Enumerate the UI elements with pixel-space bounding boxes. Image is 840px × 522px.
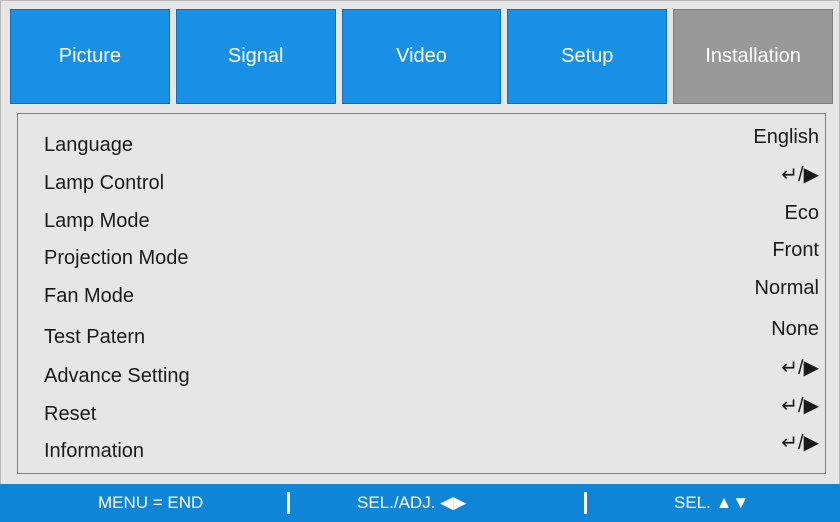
- key-guide-bar: MENU = END SEL./ADJ. ◀▶ SEL. ▲▼: [0, 484, 840, 522]
- tab-video[interactable]: Video: [341, 9, 502, 104]
- menu-item-value: Eco: [784, 202, 819, 224]
- tab-setup[interactable]: Setup: [507, 9, 668, 104]
- menu-item-value: None: [771, 318, 819, 340]
- menu-end-hint: MENU = END: [98, 493, 204, 512]
- menu-item-label: Reset: [44, 403, 97, 425]
- menu-item-label: Test Patern: [44, 326, 146, 348]
- menu-item-label: Fan Mode: [44, 285, 135, 307]
- select-adjust-hint: SEL./ADJ. ◀▶: [357, 493, 467, 512]
- tab-picture[interactable]: Picture: [10, 9, 170, 104]
- menu-item-reset[interactable]: Reset ↵/▶: [18, 395, 825, 432]
- enter-arrow-icon: ↵/▶: [781, 432, 819, 454]
- enter-arrow-icon: ↵/▶: [781, 395, 819, 417]
- menu-item-label: Projection Mode: [44, 247, 189, 269]
- tab-signal[interactable]: Signal: [175, 9, 336, 104]
- tab-installation[interactable]: Installation: [673, 9, 833, 104]
- osd-menu-window: Picture Signal Video Setup Installation …: [0, 0, 840, 486]
- menu-item-value: English: [753, 126, 819, 148]
- menu-item-lamp-control[interactable]: Lamp Control ↵/▶: [18, 164, 825, 201]
- enter-arrow-icon: ↵/▶: [781, 357, 819, 379]
- menu-item-label: Lamp Control: [44, 172, 165, 194]
- menu-item-projection-mode[interactable]: Projection Mode Front: [18, 239, 825, 276]
- enter-arrow-icon: ↵/▶: [781, 164, 819, 186]
- menu-item-label: Advance Setting: [44, 365, 190, 387]
- menu-item-label: Information: [44, 440, 145, 462]
- menu-item-fan-mode[interactable]: Fan Mode Normal: [18, 277, 825, 314]
- menu-item-test-pattern[interactable]: Test Patern None: [18, 318, 825, 355]
- menu-item-language[interactable]: Language English: [18, 126, 825, 163]
- menu-item-label: Language: [44, 134, 133, 156]
- installation-settings-panel: Language English Lamp Control ↵/▶ Lamp M…: [17, 113, 826, 474]
- menu-tabs: Picture Signal Video Setup Installation: [10, 9, 833, 104]
- menu-item-information[interactable]: Information ↵/▶: [18, 432, 825, 469]
- menu-item-value: Front: [772, 239, 819, 261]
- select-hint: SEL. ▲▼: [674, 493, 750, 512]
- menu-item-value: Normal: [754, 277, 819, 299]
- divider: [584, 492, 587, 514]
- menu-item-lamp-mode[interactable]: Lamp Mode Eco: [18, 202, 825, 239]
- divider: [287, 492, 290, 514]
- menu-item-advance-setting[interactable]: Advance Setting ↵/▶: [18, 357, 825, 394]
- menu-item-label: Lamp Mode: [44, 210, 150, 232]
